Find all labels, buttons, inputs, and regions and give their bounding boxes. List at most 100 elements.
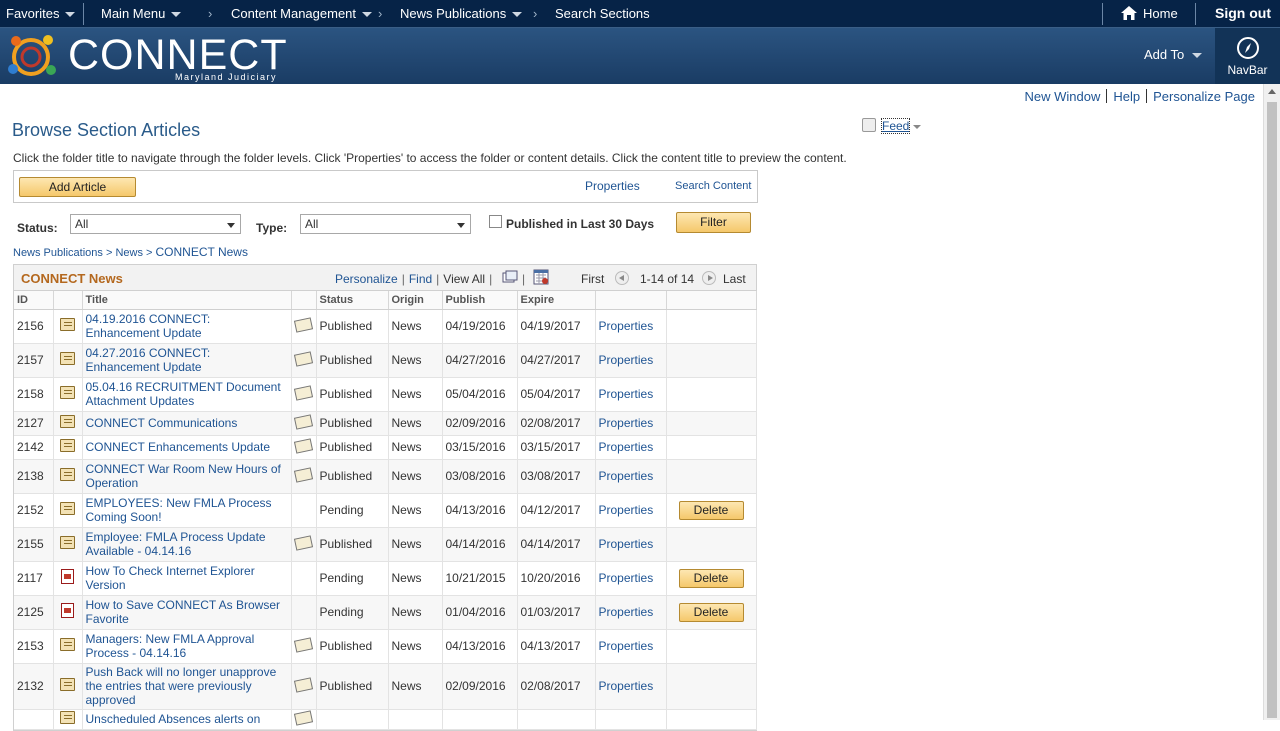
status-value: All <box>75 217 89 231</box>
type-select[interactable]: All <box>300 214 471 234</box>
article-title-link[interactable]: Unscheduled Absences alerts on <box>86 712 261 726</box>
article-title-link[interactable]: Push Back will no longer unapprove the e… <box>86 665 277 707</box>
cell-origin: News <box>388 493 443 528</box>
published-30-days-checkbox[interactable] <box>489 215 502 228</box>
cell-id: 2153 <box>14 629 54 664</box>
main-menu[interactable]: Main Menu <box>101 6 182 21</box>
favorites-menu[interactable]: Favorites <box>6 6 76 21</box>
col-header-status[interactable]: Status <box>316 291 389 310</box>
breadcrumb-current: CONNECT News <box>155 245 248 259</box>
banner: CONNECT Maryland Judiciary Add To NavBar <box>0 28 1280 84</box>
delete-button[interactable]: Delete <box>678 568 744 588</box>
properties-link[interactable]: Properties <box>599 571 654 585</box>
next-page-icon[interactable] <box>702 271 716 285</box>
col-header-publish[interactable]: Publish <box>442 291 518 310</box>
properties-link[interactable]: Properties <box>599 319 654 333</box>
properties-link[interactable]: Properties <box>599 416 654 430</box>
table-row: 2156 04.19.2016 CONNECT: Enhancement Upda… <box>14 309 757 344</box>
properties-link[interactable]: Properties <box>599 469 654 483</box>
cell-origin: News <box>388 435 443 460</box>
articles-table: ID Title Status Origin Publish Expire 21… <box>14 291 757 730</box>
previous-page-icon[interactable] <box>615 271 629 285</box>
cell-type <box>53 709 83 730</box>
article-title-link[interactable]: Managers: New FMLA Approval Process - 04… <box>86 632 255 660</box>
sign-out-link[interactable]: Sign out <box>1215 5 1271 21</box>
col-header-id[interactable]: ID <box>14 291 54 310</box>
cell-origin: News <box>388 629 443 664</box>
nav-search-sections[interactable]: Search Sections <box>555 6 650 21</box>
top-navigation: Favorites Main Menu › Content Management… <box>0 0 1280 28</box>
divider <box>1146 89 1148 103</box>
published-icon <box>293 384 314 401</box>
chevron-down-icon <box>512 12 523 18</box>
cell-delete <box>666 411 757 436</box>
article-title-link[interactable]: CONNECT War Room New Hours of Operation <box>86 462 281 490</box>
properties-link[interactable]: Properties <box>599 537 654 551</box>
search-content-link[interactable]: Search Content <box>675 180 751 192</box>
cell-title: Push Back will no longer unapprove the e… <box>82 663 292 710</box>
properties-link[interactable]: Properties <box>585 179 640 193</box>
article-title-link[interactable]: 05.04.16 RECRUITMENT Document Attachment… <box>86 380 281 408</box>
table-row: 2152 EMPLOYEES: New FMLA Process Coming S… <box>14 493 757 528</box>
grid-view-all-link[interactable]: View All <box>443 272 485 286</box>
table-row: 2153 Managers: New FMLA Approval Process … <box>14 629 757 664</box>
breadcrumb-news[interactable]: News <box>115 247 143 259</box>
chevron-down-icon <box>457 223 465 228</box>
properties-link[interactable]: Properties <box>599 679 654 693</box>
table-row: 2155 Employee: FMLA Process Update Availa… <box>14 527 757 562</box>
col-header-origin[interactable]: Origin <box>388 291 443 310</box>
breadcrumb-news-publications[interactable]: News Publications <box>13 247 103 259</box>
scroll-up-icon[interactable] <box>1268 89 1276 94</box>
properties-link[interactable]: Properties <box>599 639 654 653</box>
properties-link[interactable]: Properties <box>599 503 654 517</box>
article-title-link[interactable]: EMPLOYEES: New FMLA Process Coming Soon! <box>86 496 272 524</box>
cell-publish-icon <box>291 527 317 562</box>
grid-find-link[interactable]: Find <box>409 272 432 286</box>
download-spreadsheet-icon[interactable] <box>533 269 549 285</box>
document-icon <box>60 386 75 399</box>
published-icon <box>293 350 314 367</box>
properties-link[interactable]: Properties <box>599 387 654 401</box>
delete-button[interactable]: Delete <box>678 602 744 622</box>
cell-publish-icon <box>291 709 317 730</box>
cell-origin: News <box>388 343 443 378</box>
grid-header: CONNECT News Personalize | Find | View All | … <box>14 265 756 291</box>
new-window-link[interactable]: New Window <box>1024 89 1100 104</box>
navbar-button[interactable]: NavBar <box>1215 28 1280 84</box>
personalize-page-link[interactable]: Personalize Page <box>1153 89 1255 104</box>
add-to-menu[interactable]: Add To <box>1144 47 1203 62</box>
cell-publish-icon <box>291 493 317 528</box>
status-select[interactable]: All <box>70 214 241 234</box>
nav-content-management[interactable]: Content Management <box>231 6 373 21</box>
table-row: 2157 04.27.2016 CONNECT: Enhancement Upda… <box>14 343 757 378</box>
delete-button[interactable]: Delete <box>678 500 744 520</box>
article-title-link[interactable]: How to Save CONNECT As Browser Favorite <box>86 598 281 626</box>
nav-news-publications[interactable]: News Publications <box>400 6 523 21</box>
grid-personalize-link[interactable]: Personalize <box>335 272 398 286</box>
article-title-link[interactable]: 04.19.2016 CONNECT: Enhancement Update <box>86 312 211 340</box>
properties-link[interactable]: Properties <box>599 605 654 619</box>
published-icon <box>293 413 314 430</box>
feed-menu[interactable]: Feed <box>862 118 922 134</box>
cell-delete <box>666 309 757 344</box>
article-title-link[interactable]: Employee: FMLA Process Update Available … <box>86 530 266 558</box>
new-window-icon[interactable] <box>502 270 518 284</box>
cell-publish: 04/27/2016 <box>442 343 518 378</box>
breadcrumb-separator: > <box>146 247 153 259</box>
vertical-scrollbar[interactable] <box>1263 84 1280 720</box>
properties-link[interactable]: Properties <box>599 353 654 367</box>
cell-id: 2138 <box>14 459 54 494</box>
article-title-link[interactable]: CONNECT Communications <box>86 416 238 430</box>
article-title-link[interactable]: CONNECT Enhancements Update <box>86 440 271 454</box>
home-link[interactable]: Home <box>1121 6 1178 21</box>
properties-link[interactable]: Properties <box>599 440 654 454</box>
col-header-title[interactable]: Title <box>82 291 292 310</box>
scrollbar-thumb[interactable] <box>1267 102 1277 718</box>
article-title-link[interactable]: How To Check Internet Explorer Version <box>86 564 255 592</box>
filter-button[interactable]: Filter <box>676 212 751 233</box>
nav-divider <box>1195 3 1196 25</box>
add-article-button[interactable]: Add Article <box>19 177 136 197</box>
article-title-link[interactable]: 04.27.2016 CONNECT: Enhancement Update <box>86 346 211 374</box>
col-header-expire[interactable]: Expire <box>517 291 596 310</box>
help-link[interactable]: Help <box>1113 89 1140 104</box>
